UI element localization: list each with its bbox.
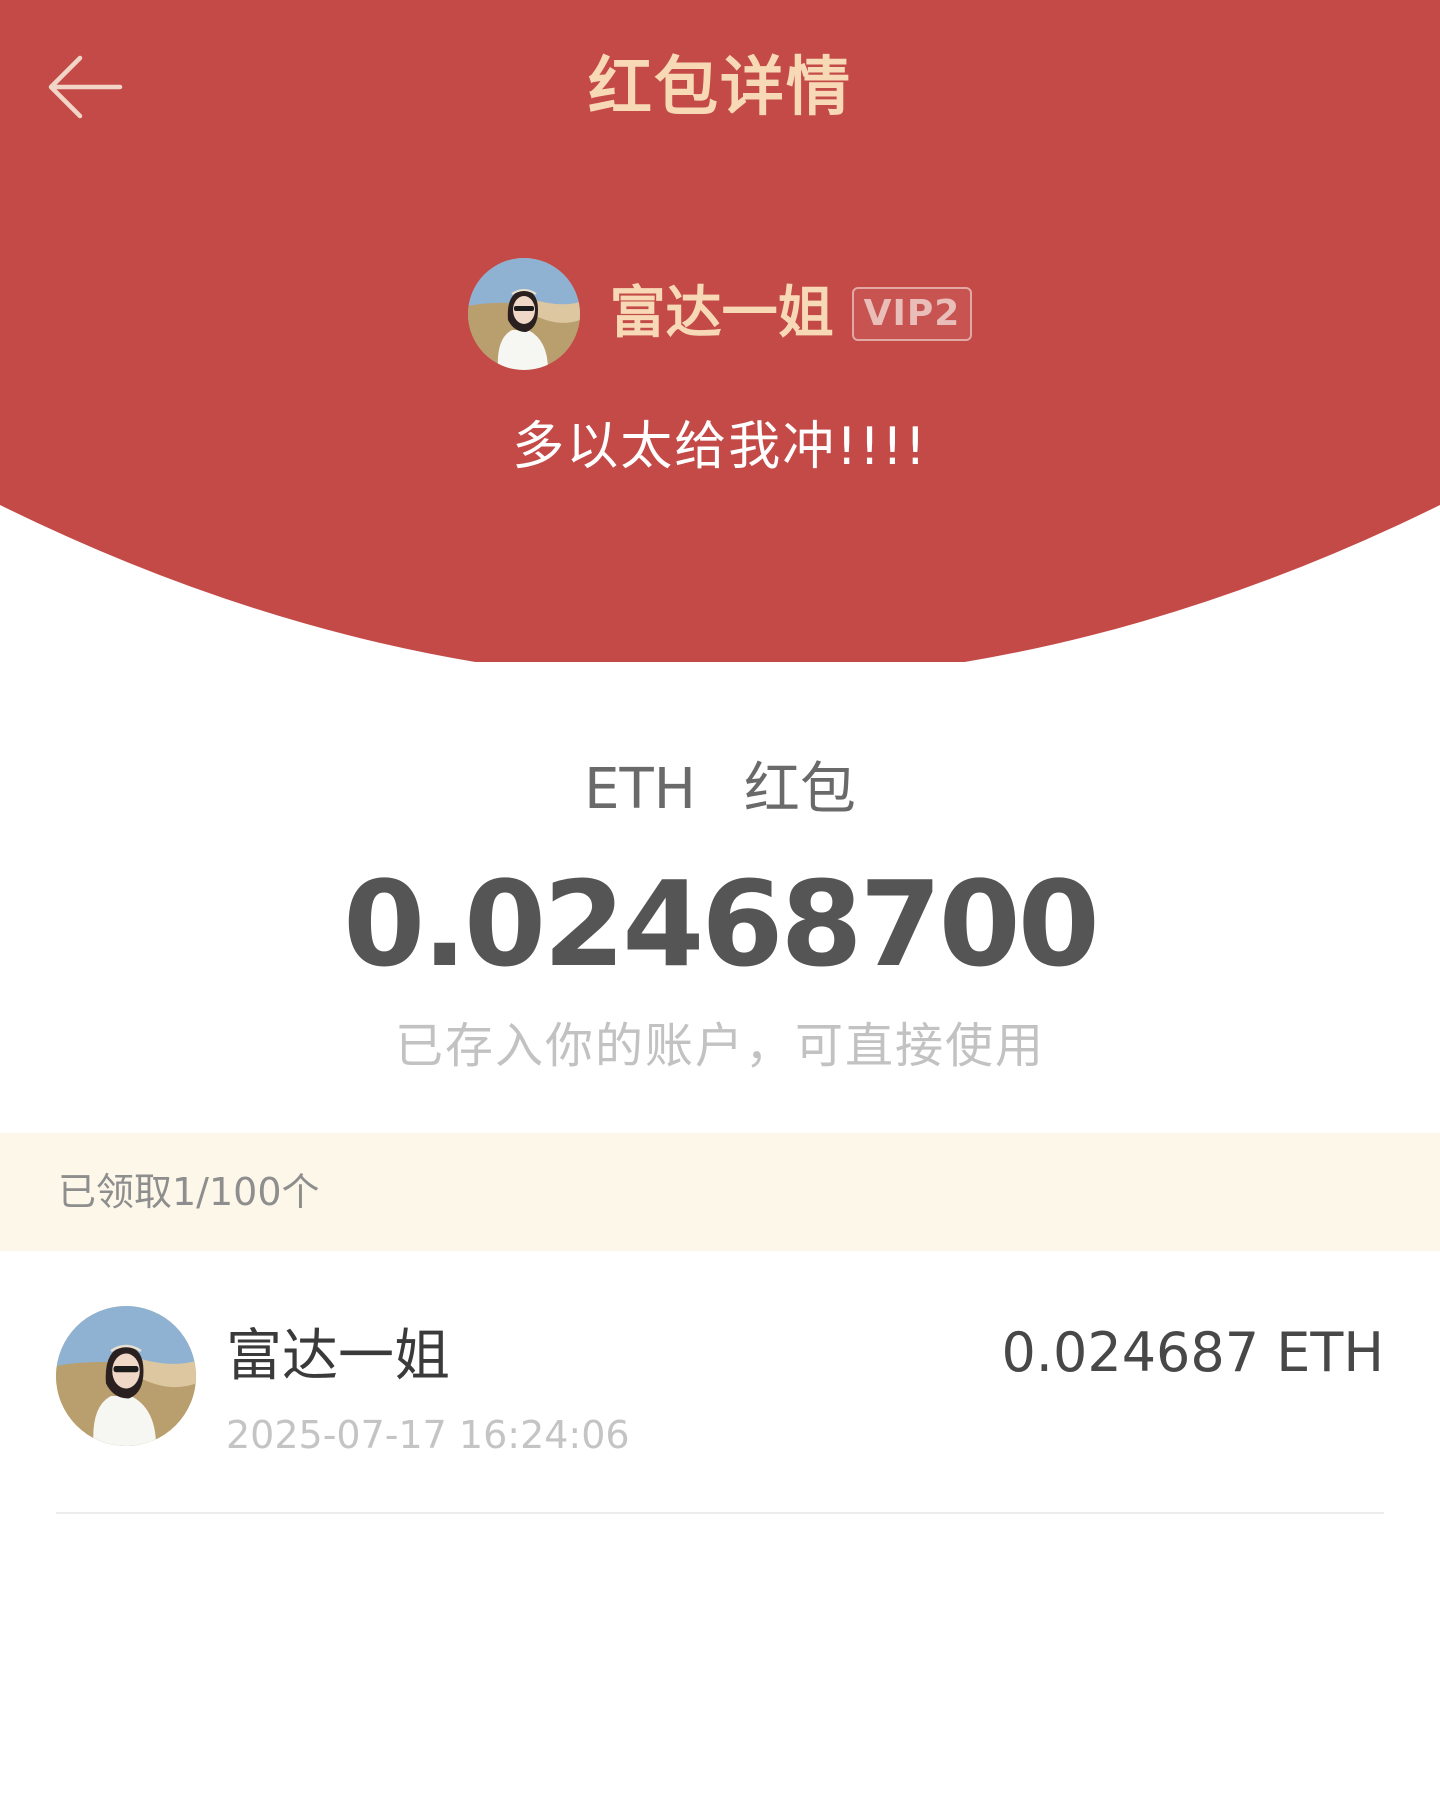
claimed-summary-bar: 已领取1/100个 (0, 1133, 1440, 1251)
record-time: 2025-07-17 16:24:06 (226, 1413, 630, 1457)
list-item[interactable]: 富达一姐 2025-07-17 16:24:06 0.024687 ETH (56, 1306, 1384, 1514)
avatar-photo-icon (467, 258, 580, 370)
coin-symbol: ETH (584, 757, 696, 822)
greeting-message: 多以太给我冲!!!! (512, 417, 928, 477)
record-amount: 0.024687 ETH (1001, 1321, 1384, 1384)
record-avatar (56, 1306, 196, 1446)
deposit-note: 已存入你的账户，可直接使用 (394, 1018, 1045, 1074)
received-amount: 0.02468700 (343, 855, 1100, 993)
red-packet-label: 红包 (743, 757, 856, 822)
record-name: 富达一姐 (226, 1324, 450, 1389)
claimed-summary: 已领取1/100个 (58, 1170, 320, 1214)
coin-label: ETH 红包 (0, 752, 1440, 828)
page-title: 红包详情 (588, 51, 852, 125)
divider (56, 1512, 1384, 1514)
sender-info: 富达一姐 VIP2 (0, 256, 1440, 372)
sender-name: 富达一姐 (609, 281, 834, 346)
sender-avatar[interactable] (467, 258, 580, 370)
vip-badge: VIP2 (851, 287, 973, 341)
avatar-photo-icon (56, 1306, 196, 1446)
